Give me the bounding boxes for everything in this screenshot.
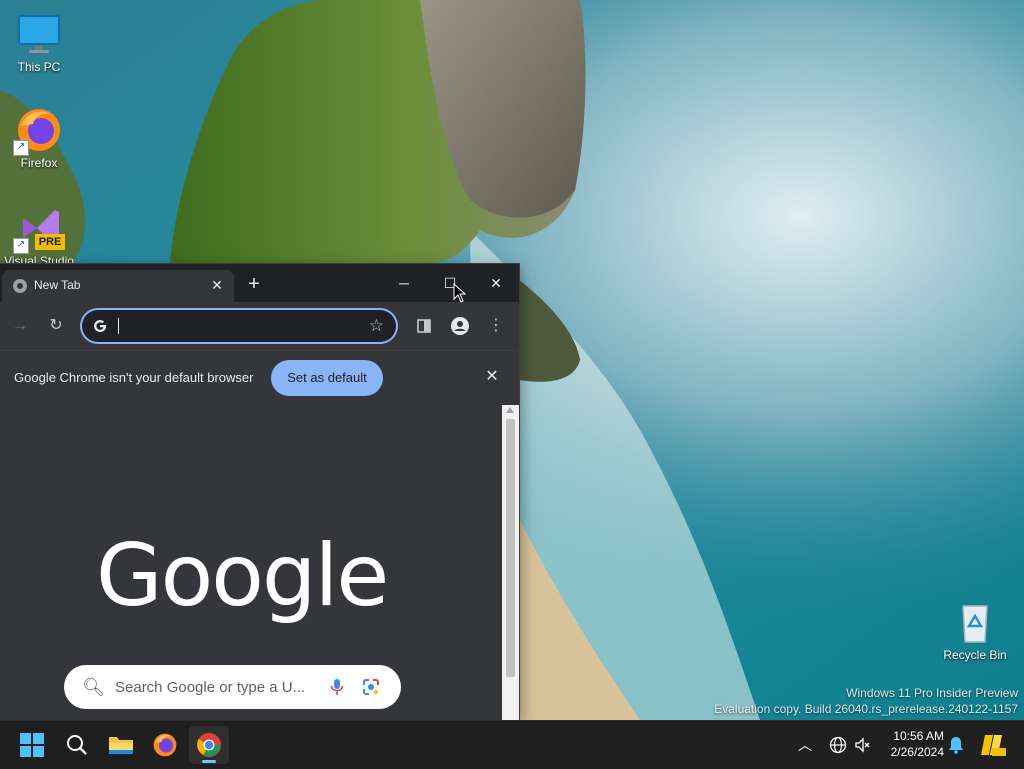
scroll-up-icon[interactable] xyxy=(506,407,514,413)
desktop-icon-recycle-bin[interactable]: Recycle Bin xyxy=(937,598,1013,662)
shortcut-arrow-icon: ↗ xyxy=(13,140,29,156)
desktop-icon-label: This PC xyxy=(17,60,61,74)
chrome-window: New Tab ✕ + ─ ☐ ✕ → ↻ ☆ ⋮ Google Chrome … xyxy=(0,264,519,720)
google-logo: Google xyxy=(96,526,389,626)
volume-muted-icon[interactable] xyxy=(853,735,873,755)
menu-kebab-icon[interactable]: ⋮ xyxy=(484,314,508,338)
show-hidden-icons-chevron-icon[interactable]: ︿ xyxy=(795,735,815,755)
clock-time: 10:56 AM xyxy=(893,729,944,743)
tab-close-icon[interactable]: ✕ xyxy=(208,276,226,294)
mouse-cursor-icon xyxy=(453,283,467,303)
google-search-box[interactable]: 🔍︎ Search Google or type a U... xyxy=(64,665,401,709)
minimize-button[interactable]: ─ xyxy=(381,264,427,302)
preview-badge: PRE xyxy=(35,234,65,250)
infobar-message: Google Chrome isn't your default browser xyxy=(14,370,254,385)
scrollbar-thumb[interactable] xyxy=(506,419,515,677)
new-tab-button[interactable]: + xyxy=(243,273,265,295)
active-app-indicator xyxy=(202,760,216,763)
chrome-icon xyxy=(197,733,221,757)
side-panel-button[interactable] xyxy=(412,314,436,338)
network-globe-icon[interactable] xyxy=(828,735,848,755)
set-as-default-button[interactable]: Set as default xyxy=(271,360,383,396)
system-clock[interactable]: 10:56 AM 2/26/2024 xyxy=(884,728,944,760)
page-scrollbar[interactable] xyxy=(502,405,519,720)
taskbar: ︿ 10:56 AM 2/26/2024 xyxy=(0,720,1024,769)
firefox-taskbar-button[interactable] xyxy=(145,726,185,764)
notification-bell-icon[interactable] xyxy=(946,735,966,755)
forward-button[interactable]: → xyxy=(8,314,32,338)
desktop-icon-label: Recycle Bin xyxy=(943,648,1007,662)
tab-new-tab[interactable]: New Tab ✕ xyxy=(2,270,234,302)
address-bar[interactable]: ☆ xyxy=(82,310,396,342)
new-tab-page: Google 🔍︎ Search Google or type a U... xyxy=(0,405,502,720)
search-placeholder: Search Google or type a U... xyxy=(115,679,306,696)
chrome-taskbar-button[interactable] xyxy=(189,726,229,764)
browser-toolbar: → ↻ ☆ ⋮ xyxy=(0,302,519,350)
monitor-icon xyxy=(15,10,63,58)
recycle-bin-icon xyxy=(951,598,999,646)
google-lens-icon[interactable] xyxy=(361,677,381,697)
desktop-icon-label: Firefox xyxy=(20,156,58,170)
firefox-icon xyxy=(153,733,177,757)
text-cursor xyxy=(118,318,119,334)
desktop-icon-visual-studio[interactable]: PRE ↗ Visual Studio xyxy=(1,204,77,268)
start-button[interactable] xyxy=(12,726,52,764)
file-explorer-button[interactable] xyxy=(101,726,141,764)
infobar-close-icon[interactable]: ✕ xyxy=(483,368,501,386)
windows-watermark: Windows 11 Pro Insider Preview Evaluatio… xyxy=(714,685,1018,717)
side-panel-icon xyxy=(417,319,431,333)
folder-icon xyxy=(109,737,133,754)
close-window-button[interactable]: ✕ xyxy=(473,264,519,302)
watermark-line-1: Windows 11 Pro Insider Preview xyxy=(846,686,1018,700)
tab-title: New Tab xyxy=(34,278,81,292)
profile-icon xyxy=(451,317,469,335)
windows-logo-icon xyxy=(20,733,44,757)
shortcut-arrow-icon: ↗ xyxy=(13,238,29,254)
search-icon: 🔍︎ xyxy=(82,677,105,697)
dev-home-preview-icon[interactable] xyxy=(980,732,1006,758)
search-button[interactable] xyxy=(57,726,97,764)
profile-button[interactable] xyxy=(448,314,472,338)
desktop-icon-firefox[interactable]: ↗ Firefox xyxy=(1,106,77,170)
clock-date: 2/26/2024 xyxy=(890,745,944,759)
desktop-icon-this-pc[interactable]: This PC xyxy=(1,10,77,74)
title-bar[interactable]: New Tab ✕ + ─ ☐ ✕ xyxy=(0,264,519,302)
search-icon xyxy=(67,735,87,755)
visual-studio-icon: PRE ↗ xyxy=(13,204,65,254)
watermark-line-2: Evaluation copy. Build 26040.rs_prerelea… xyxy=(714,702,1018,716)
default-browser-infobar: Google Chrome isn't your default browser… xyxy=(0,350,519,405)
reload-button[interactable]: ↻ xyxy=(44,314,68,338)
bookmark-star-icon[interactable]: ☆ xyxy=(369,316,384,336)
google-g-icon xyxy=(94,320,106,332)
voice-search-icon[interactable] xyxy=(327,677,347,697)
chrome-favicon-icon xyxy=(13,279,27,293)
firefox-icon: ↗ xyxy=(13,106,63,156)
